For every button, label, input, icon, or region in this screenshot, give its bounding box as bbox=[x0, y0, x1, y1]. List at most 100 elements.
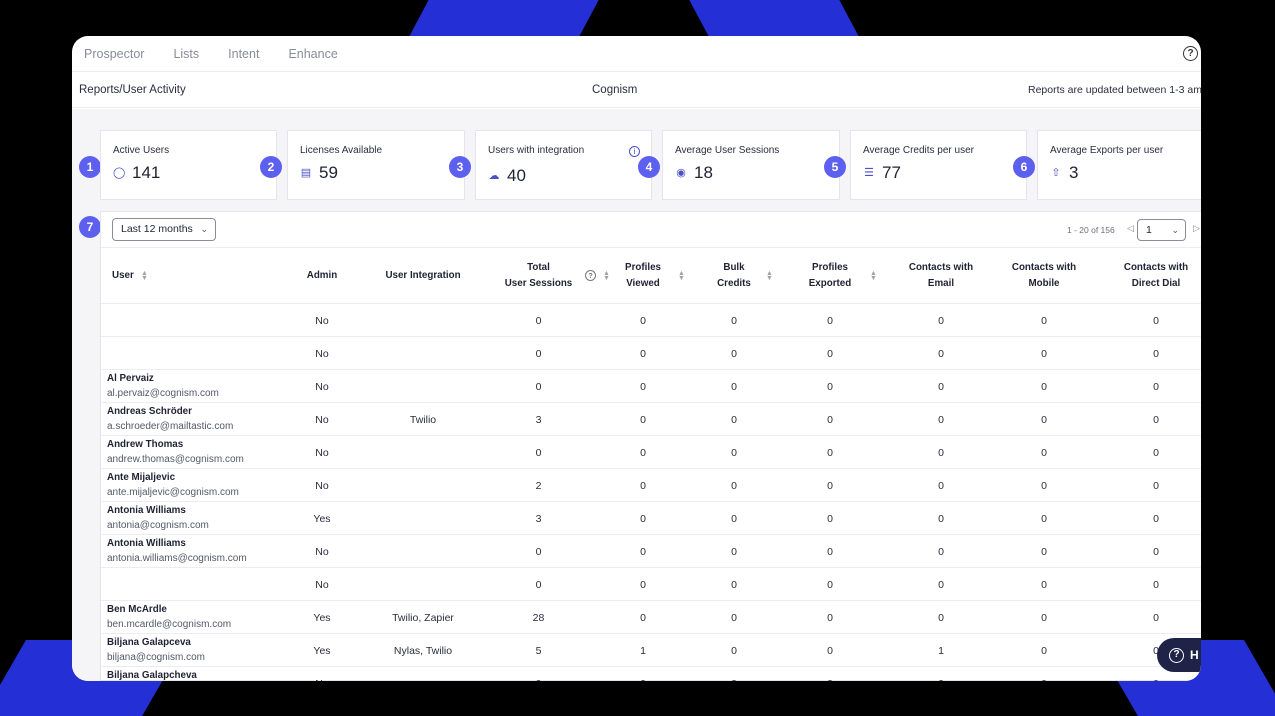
sort-icon[interactable]: ▲ ▼ bbox=[870, 270, 877, 282]
breadcrumb[interactable]: Reports/User Activity bbox=[72, 84, 186, 96]
cell-sessions: 0 bbox=[535, 380, 542, 393]
col-user-label: User bbox=[112, 270, 134, 281]
nav-lists[interactable]: Lists bbox=[173, 47, 199, 61]
table-row[interactable]: No 0 0 0 0 0 0 0 bbox=[101, 337, 1201, 370]
col-bulk-credits[interactable]: Bulk Credits ▲ ▼ bbox=[704, 248, 773, 304]
cell-contacts-email: 0 bbox=[891, 667, 991, 682]
cell-contacts-email: 0 bbox=[938, 380, 944, 393]
help-chat-button[interactable]: ? H bbox=[1157, 638, 1201, 672]
sort-icon[interactable]: ▲ ▼ bbox=[141, 270, 148, 282]
cell-admin: No bbox=[315, 446, 329, 459]
table-row[interactable]: Andreas Schröder a.schroeder@mailtastic.c… bbox=[101, 403, 1201, 436]
table-row[interactable]: Antonia Williams antonia.williams@cognism… bbox=[101, 535, 1201, 568]
cell-admin: No bbox=[315, 413, 329, 426]
cell-contacts-mobile: 0 bbox=[1041, 347, 1047, 360]
table-row[interactable]: Ben McArdle ben.mcardle@cognism.com Yes Twi… bbox=[101, 601, 1201, 634]
cell-profiles-viewed: 0 bbox=[640, 611, 646, 624]
sort-icon[interactable]: ▲ ▼ bbox=[678, 270, 685, 282]
cell-user: Antonia Williams antonia.williams@cognism… bbox=[107, 537, 247, 567]
card-average-exports: Average Exports per user ⇧ 3 bbox=[1037, 130, 1201, 200]
cell-admin: Yes bbox=[313, 512, 331, 525]
card-licenses-available: Licenses Available ▤ 59 bbox=[287, 130, 465, 200]
next-page-icon[interactable]: ▷ bbox=[1193, 223, 1200, 234]
app-window: Prospector Lists Intent Enhance ? Report… bbox=[72, 36, 1201, 681]
help-chat-label: H bbox=[1190, 648, 1199, 662]
org-name: Cognism bbox=[592, 83, 638, 96]
col-profiles-viewed[interactable]: Profiles Viewed ▲ ▼ bbox=[613, 248, 685, 304]
sort-icon[interactable]: ▲ ▼ bbox=[766, 270, 773, 282]
help-icon[interactable]: ? bbox=[1183, 46, 1198, 61]
cell-bulk-credits: 0 bbox=[731, 644, 737, 657]
period-select[interactable]: Last 12 months ⌄ bbox=[112, 218, 216, 241]
cell-profiles-exported: 0 bbox=[827, 446, 833, 459]
step-badge-4: 4 bbox=[638, 156, 660, 178]
table-row[interactable]: Biljana GalapchevaNo0000000 bbox=[101, 667, 1201, 681]
user-email: biljana@cognism.com bbox=[107, 652, 205, 663]
table-row[interactable]: No 0 0 0 0 0 0 0 bbox=[101, 568, 1201, 601]
cell-profiles-viewed: 0 bbox=[640, 314, 646, 327]
cell-profiles-viewed: 0 bbox=[640, 512, 646, 525]
nav-enhance[interactable]: Enhance bbox=[288, 47, 337, 61]
cell-contacts-dial: 0 bbox=[1153, 479, 1159, 492]
card-value-wrap: ☰ 77 bbox=[863, 163, 901, 183]
chevron-down-icon: ⌄ bbox=[1171, 225, 1179, 235]
card-active-users: Active Users ◯ 141 bbox=[100, 130, 277, 200]
cell-contacts-mobile: 0 bbox=[1041, 479, 1047, 492]
cell-user: Andreas Schröder a.schroeder@mailtastic.c… bbox=[107, 405, 233, 435]
cell-contacts-dial: 0 bbox=[1153, 545, 1159, 558]
cell-contacts-email: 0 bbox=[938, 578, 944, 591]
table-row[interactable]: Andrew Thomas andrew.thomas@cognism.com No… bbox=[101, 436, 1201, 469]
table-row[interactable]: No 0 0 0 0 0 0 0 bbox=[101, 304, 1201, 337]
cell-contacts-dial: 0 bbox=[1153, 578, 1159, 591]
step-badge-3: 3 bbox=[449, 156, 471, 178]
col-profiles-exported[interactable]: Profiles Exported ▲ ▼ bbox=[800, 248, 877, 304]
cell-contacts-dial: 0 bbox=[1153, 347, 1159, 360]
cell-bulk-credits: 0 bbox=[731, 479, 737, 492]
cell-user: Ben McArdle ben.mcardle@cognism.com bbox=[107, 603, 231, 633]
col-dial-line2: Direct Dial bbox=[1131, 278, 1181, 289]
cell-bulk-credits: 0 bbox=[731, 347, 737, 360]
cell-integration bbox=[368, 568, 478, 601]
card-value-wrap: ◯ 141 bbox=[113, 163, 160, 183]
cell-profiles-exported: 0 bbox=[800, 667, 860, 682]
cell-user: Al Pervaiz al.pervaiz@cognism.com bbox=[107, 372, 219, 402]
cell-contacts-email: 0 bbox=[938, 446, 944, 459]
col-admin-label: Admin bbox=[306, 270, 338, 281]
cell-contacts-email: 0 bbox=[938, 347, 944, 360]
user-session-icon: ◉ bbox=[676, 167, 686, 179]
cell-integration bbox=[368, 304, 478, 337]
nav-prospector[interactable]: Prospector bbox=[84, 47, 144, 61]
question-icon[interactable]: ? bbox=[585, 270, 596, 281]
col-user[interactable]: User ▲ ▼ bbox=[112, 248, 172, 304]
sort-icon[interactable]: ▲ ▼ bbox=[603, 270, 610, 282]
cell-contacts-email: 0 bbox=[938, 611, 944, 624]
page-select[interactable]: 1 ⌄ bbox=[1137, 219, 1186, 241]
table-row[interactable]: Ante Mijaljevic ante.mijaljevic@cognism.c… bbox=[101, 469, 1201, 502]
cell-integration: Nylas, Twilio bbox=[393, 644, 453, 657]
cell-sessions: 3 bbox=[535, 413, 542, 426]
cell-profiles-exported: 0 bbox=[827, 578, 833, 591]
cell-integration bbox=[368, 436, 478, 469]
info-icon[interactable]: i bbox=[629, 146, 640, 157]
cell-bulk-credits: 0 bbox=[731, 545, 737, 558]
col-contacts-email: Contacts with Email bbox=[891, 248, 991, 304]
cell-profiles-viewed: 0 bbox=[640, 479, 646, 492]
step-badge-7: 7 bbox=[79, 216, 101, 238]
table-row[interactable]: Antonia Williams antonia@cognism.com Yes 3 0… bbox=[101, 502, 1201, 535]
step-badge-2: 2 bbox=[260, 156, 282, 178]
col-bulk-line1: Bulk bbox=[723, 262, 745, 273]
card-value-wrap: ☁ 40 bbox=[488, 166, 526, 186]
prev-page-icon[interactable]: ◁ bbox=[1127, 223, 1134, 234]
cell-sessions: 0 bbox=[535, 314, 542, 327]
step-badge-6: 6 bbox=[1013, 156, 1035, 178]
table-row[interactable]: Biljana Galapceva biljana@cognism.com Yes N… bbox=[101, 634, 1201, 667]
cell-profiles-viewed: 1 bbox=[640, 644, 646, 657]
cell-profiles-viewed: 0 bbox=[640, 413, 646, 426]
cell-profiles-exported: 0 bbox=[827, 644, 833, 657]
cell-contacts-email: 0 bbox=[938, 512, 944, 525]
card-value: 77 bbox=[882, 163, 901, 182]
col-total-sessions[interactable]: Total User Sessions ? ▲ ▼ bbox=[486, 248, 610, 304]
table-row[interactable]: Al Pervaiz al.pervaiz@cognism.com No 0 0 0 0 0 0… bbox=[101, 370, 1201, 403]
user-email: a.schroeder@mailtastic.com bbox=[107, 421, 234, 432]
nav-intent[interactable]: Intent bbox=[228, 47, 259, 61]
